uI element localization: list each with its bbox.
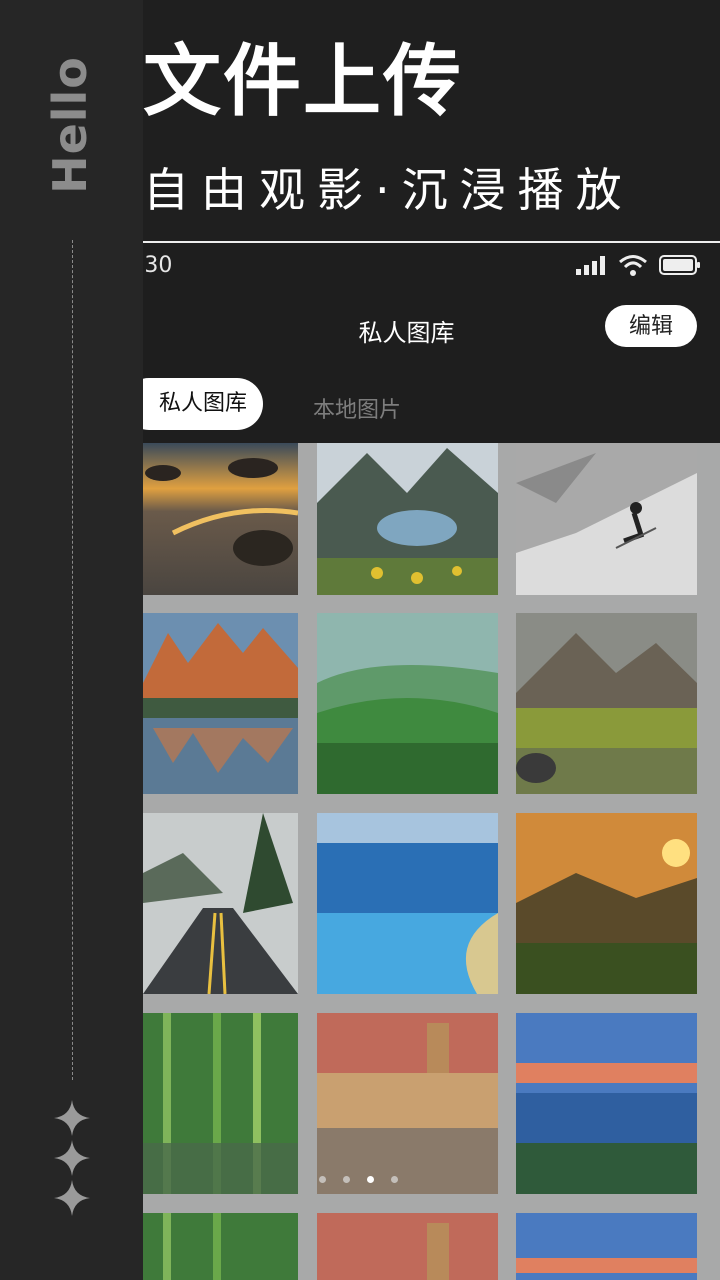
edit-button[interactable]: 编辑 <box>605 305 697 347</box>
tab-bar: 私人图库 本地图片 <box>143 378 720 432</box>
photo-tile[interactable] <box>317 813 498 994</box>
dashed-divider <box>72 240 73 1080</box>
photo-tile[interactable] <box>516 443 697 595</box>
sparkle-icon <box>52 1098 92 1138</box>
photo-tile[interactable] <box>143 1013 298 1194</box>
status-bar: :30 <box>143 243 720 287</box>
tab-private-gallery[interactable]: 私人图库 <box>143 378 263 430</box>
nav-bar: ‹ 私人图库 编辑 <box>143 303 720 351</box>
sparkle-icon <box>52 1178 92 1218</box>
photo-grid <box>143 443 720 1280</box>
page-dot <box>391 1176 398 1183</box>
page-indicator <box>319 1168 415 1187</box>
battery-icon <box>659 255 701 279</box>
subheadline: 自由观影·沉浸播放 <box>143 163 634 217</box>
phone-screen: :30 ‹ 私人图库 编辑 <box>143 243 720 1280</box>
photo-tile[interactable] <box>143 443 298 595</box>
photo-tile[interactable] <box>143 613 298 794</box>
tab-local-images[interactable]: 本地图片 <box>313 392 401 424</box>
sparkle-icon <box>52 1138 92 1178</box>
page-dot <box>343 1176 350 1183</box>
status-time: :30 <box>143 253 173 278</box>
page-dot-active <box>367 1176 374 1183</box>
photo-tile[interactable] <box>516 1213 697 1280</box>
photo-tile[interactable] <box>516 813 697 994</box>
photo-tile[interactable] <box>143 813 298 994</box>
wifi-icon <box>618 253 648 281</box>
photo-tile[interactable] <box>143 1213 298 1280</box>
photo-tile[interactable] <box>516 1013 697 1194</box>
tab-label: 私人图库 <box>158 391 247 416</box>
side-strip: Hello <box>0 0 143 1280</box>
page-dot <box>319 1176 326 1183</box>
headline: 文件上传 <box>143 37 464 127</box>
photo-tile[interactable] <box>516 613 697 794</box>
photo-tile[interactable] <box>317 613 498 794</box>
hello-text: Hello <box>43 56 97 194</box>
signal-icon <box>576 255 610 279</box>
photo-tile[interactable] <box>317 443 498 595</box>
page-title: 私人图库 <box>358 319 455 347</box>
photo-tile[interactable] <box>317 1013 498 1194</box>
photo-tile[interactable] <box>317 1213 498 1280</box>
